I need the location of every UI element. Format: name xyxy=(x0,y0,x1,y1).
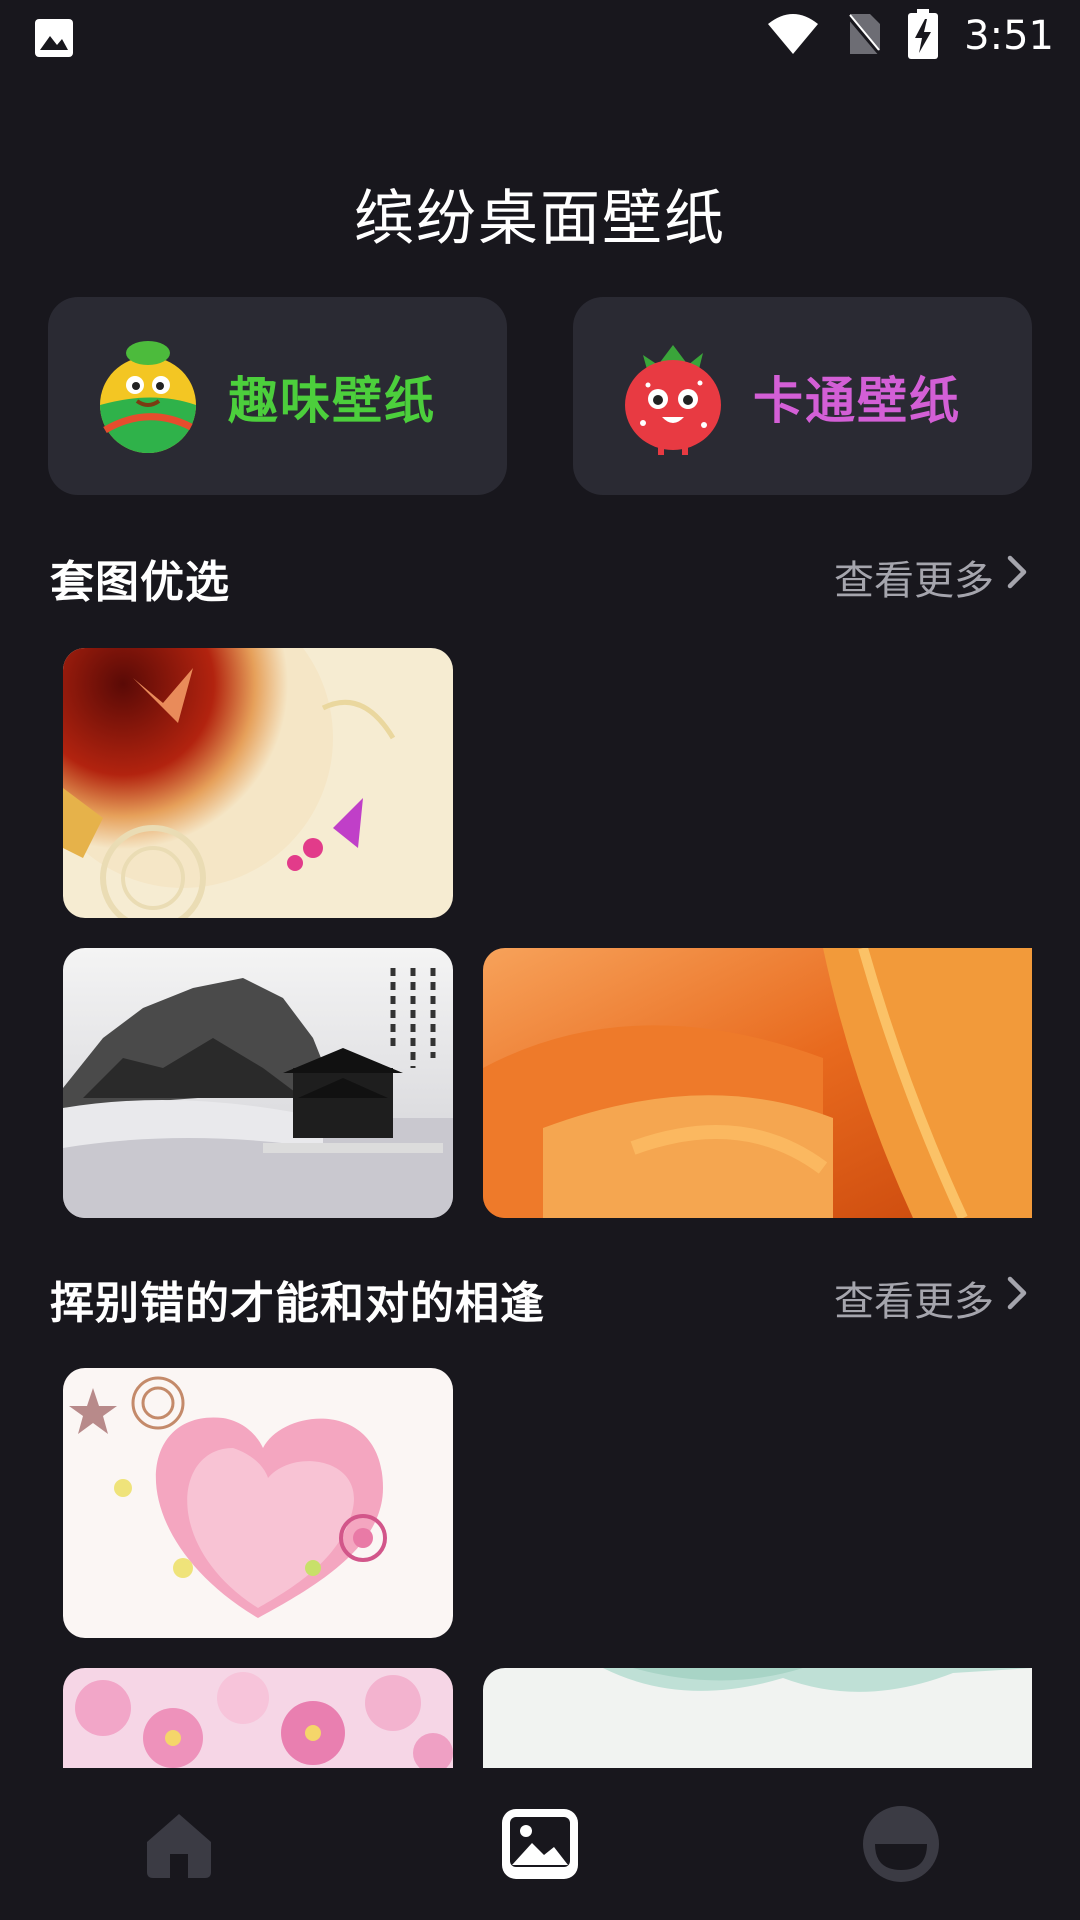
chevron-right-icon xyxy=(1004,554,1030,600)
bottom-navigation xyxy=(0,1768,1080,1920)
section-title-farewell: 挥别错的才能和对的相逢 xyxy=(50,1278,545,1329)
nav-home[interactable] xyxy=(129,1796,229,1896)
status-bar: 3:51 xyxy=(0,0,1080,72)
wifi-icon xyxy=(766,12,820,60)
wallpaper-thumb-ink-landscape[interactable] xyxy=(63,948,453,1218)
see-more-label: 查看更多 xyxy=(834,1279,994,1325)
page-title: 缤纷桌面壁纸 xyxy=(354,184,726,254)
see-more-farewell[interactable]: 查看更多 xyxy=(834,1269,1030,1327)
battery-charging-icon xyxy=(908,9,939,63)
wallpaper-thumb-pink-heart[interactable] xyxy=(63,1368,453,1638)
nav-profile[interactable] xyxy=(851,1796,951,1896)
see-more-featured-sets[interactable]: 查看更多 xyxy=(834,548,1030,606)
nav-wallpaper[interactable] xyxy=(490,1796,590,1896)
strawberry-mascot-icon xyxy=(618,335,728,455)
section-title-featured-sets: 套图优选 xyxy=(50,557,230,608)
wallpaper-thumb-orange-silk[interactable] xyxy=(483,948,1032,1218)
wallpaper-icon xyxy=(500,1807,580,1885)
fun-wallpaper-card[interactable]: 趣味壁纸 xyxy=(48,297,507,495)
green-ball-mascot-icon xyxy=(93,335,203,455)
profile-icon xyxy=(861,1804,941,1888)
status-time: 3:51 xyxy=(964,13,1054,59)
home-icon xyxy=(141,1806,217,1886)
wallpaper-thumb-watercolor[interactable] xyxy=(483,1668,1032,1768)
see-more-label: 查看更多 xyxy=(834,558,994,604)
gallery-notification-icon xyxy=(34,18,74,62)
chevron-right-icon xyxy=(1004,1275,1030,1321)
fun-wallpaper-label: 趣味壁纸 xyxy=(228,372,436,430)
cartoon-wallpaper-label: 卡通壁纸 xyxy=(753,372,961,430)
no-sim-icon xyxy=(846,12,882,60)
wallpaper-thumb-flowers[interactable] xyxy=(63,1668,453,1768)
wallpaper-thumb-butterfly[interactable] xyxy=(63,648,453,918)
cartoon-wallpaper-card[interactable]: 卡通壁纸 xyxy=(573,297,1032,495)
